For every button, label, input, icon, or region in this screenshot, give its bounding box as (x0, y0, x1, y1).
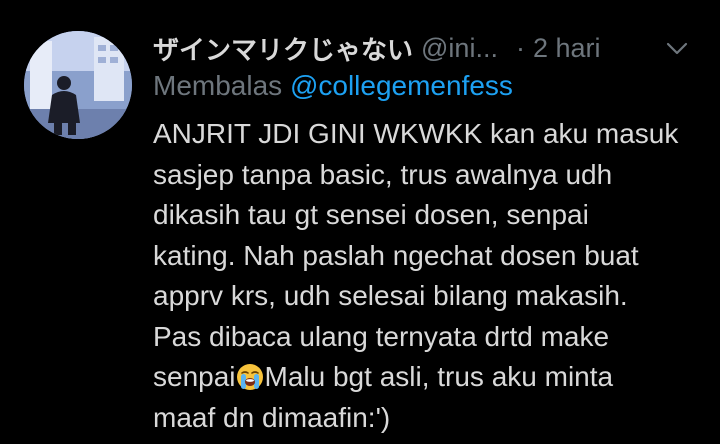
tweet-text-line: senpai Malu bgt asli, trus aku minta (153, 357, 713, 398)
tweet-text-line: dikasih tau gt sensei dosen, senpai (153, 199, 589, 230)
tweet-text-segment: Malu bgt asli, trus aku minta (264, 361, 614, 392)
loudly-crying-face-icon (236, 362, 264, 390)
reply-context: Membalas @collegemenfess (153, 70, 513, 102)
display-name[interactable]: ザインマリクじゃない (153, 30, 413, 67)
user-handle[interactable]: @ini... (421, 33, 498, 64)
tweet-text-line: maaf dn dimaafin:') (153, 401, 391, 433)
tweet-text-line: sasjep tanpa basic, trus awalnya udh (153, 158, 613, 190)
tweet[interactable]: ザインマリクじゃない @ini... · 2 hari Membalas @co… (0, 0, 720, 444)
tweet-header: ザインマリクじゃない @ini... · 2 hari (153, 28, 703, 68)
reply-mention-link[interactable]: @collegemenfess (290, 70, 513, 101)
separator-dot: · (515, 32, 525, 63)
tweet-text-line: Pas dibaca ulang ternyata drtd make (153, 320, 610, 352)
reply-prefix: Membalas (153, 70, 283, 101)
chevron-down-icon[interactable] (665, 36, 689, 60)
timestamp[interactable]: 2 hari (533, 33, 601, 64)
tweet-text-line: kating. Nah paslah ngechat dosen buat (153, 239, 639, 271)
tweet-text-segment: senpai (153, 361, 236, 392)
tweet-text-line: apprv krs, udh selesai bilang makasih. (153, 280, 628, 311)
tweet-text: ANJRIT JDI GINI WKWKK kan aku masuk sasj… (153, 114, 713, 438)
tweet-text-line: ANJRIT JDI GINI WKWKK kan aku masuk (153, 118, 679, 149)
avatar[interactable] (24, 31, 132, 139)
